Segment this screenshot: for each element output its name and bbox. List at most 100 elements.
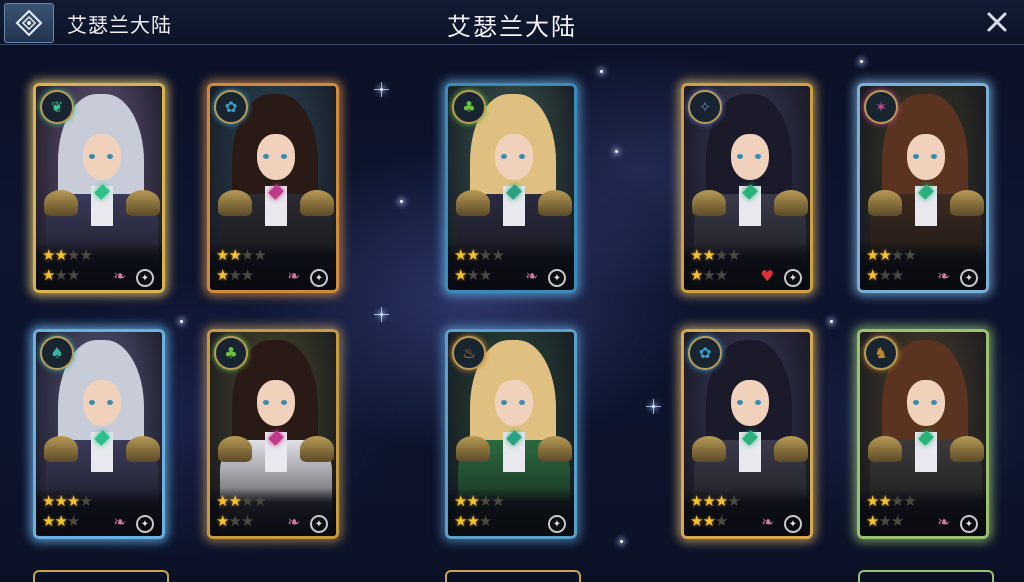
star-rating: ★★★★ xyxy=(42,246,93,264)
class-crest-icon: ✦ xyxy=(960,515,978,533)
hero-card[interactable]: ♣ ★★★★ ★★★ ❧ ✦ xyxy=(445,83,577,293)
star-empty-icon: ★ xyxy=(890,266,904,284)
star-empty-icon: ★ xyxy=(240,246,254,264)
star-filled-icon: ★ xyxy=(216,266,229,284)
hero-card[interactable]: ♣ ★★★★ ★★★ ❧ ✦ xyxy=(207,329,339,539)
card-partial xyxy=(33,570,169,582)
sparkle-icon xyxy=(830,320,833,323)
sparkle-icon xyxy=(374,307,389,322)
card-info-bar: ★★★★ ★★★ ❧ ✦ xyxy=(860,242,986,290)
star-rating: ★★★★ xyxy=(690,492,741,510)
star-empty-icon: ★ xyxy=(714,512,728,530)
class-crest-icon: ✦ xyxy=(548,269,566,287)
star-empty-icon: ★ xyxy=(240,266,254,284)
star-filled-icon: ★ xyxy=(454,246,467,264)
hero-card[interactable]: ♞ ★★★★ ★★★ ❧ ✦ xyxy=(857,329,989,539)
card-partial xyxy=(445,570,581,582)
star-filled-icon: ★ xyxy=(454,266,467,284)
star-filled-icon: ★ xyxy=(54,512,67,530)
star-empty-icon: ★ xyxy=(890,246,904,264)
class-crest-icon: ✦ xyxy=(960,269,978,287)
sparkle-icon xyxy=(374,82,389,97)
card-info-bar: ★★★★ ★★★ ❧ ✦ xyxy=(860,488,986,536)
class-crest-icon: ✦ xyxy=(310,515,328,533)
heart-icon: ♥ xyxy=(760,267,774,285)
star-rating: ★★★ xyxy=(454,512,492,530)
star-rating: ★★★★ xyxy=(42,492,93,510)
star-rating: ★★★★ xyxy=(690,246,741,264)
class-crest-icon: ✦ xyxy=(136,269,154,287)
star-rating: ★★★ xyxy=(454,266,492,284)
hero-card[interactable]: ❦ ★★★★ ★★★ ❧ ✦ xyxy=(33,83,165,293)
feather-icon: ❧ xyxy=(525,267,538,285)
hero-card[interactable]: ♠ ★★★★ ★★★ ❧ ✦ xyxy=(33,329,165,539)
star-empty-icon: ★ xyxy=(702,266,715,284)
star-empty-icon: ★ xyxy=(253,492,266,510)
card-info-bar: ★★★★ ★★★ ✦ xyxy=(448,488,574,536)
feather-icon: ❧ xyxy=(761,513,774,531)
sparkle-icon xyxy=(600,70,603,73)
star-filled-icon: ★ xyxy=(42,266,55,284)
star-empty-icon: ★ xyxy=(466,266,479,284)
star-filled-icon: ★ xyxy=(42,512,55,530)
star-empty-icon: ★ xyxy=(228,512,241,530)
star-filled-icon: ★ xyxy=(866,266,879,284)
star-rating: ★★★★ xyxy=(454,492,505,510)
card-info-bar: ★★★★ ★★★ ❧ ✦ xyxy=(36,242,162,290)
star-empty-icon: ★ xyxy=(878,512,891,530)
star-empty-icon: ★ xyxy=(253,246,266,264)
sparkle-icon xyxy=(180,320,183,323)
star-filled-icon: ★ xyxy=(690,492,703,510)
hero-card[interactable]: ✶ ★★★★ ★★★ ❧ ✦ xyxy=(857,83,989,293)
star-filled-icon: ★ xyxy=(690,512,703,530)
tree-emblem-icon: ♠ xyxy=(40,336,74,370)
close-button[interactable] xyxy=(982,7,1012,37)
star-filled-icon: ★ xyxy=(228,246,241,264)
star-rating: ★★★ xyxy=(866,512,904,530)
star-filled-icon: ★ xyxy=(702,492,715,510)
star-rating: ★★★★ xyxy=(216,246,267,264)
hero-card[interactable]: ✿ ★★★★ ★★★ ❧ ✦ xyxy=(681,329,813,539)
star-filled-icon: ★ xyxy=(714,492,728,510)
nature-sprout-icon: ♣ xyxy=(452,90,486,124)
star-filled-icon: ★ xyxy=(702,512,715,530)
class-crest-icon: ✦ xyxy=(310,269,328,287)
star-filled-icon: ★ xyxy=(54,246,67,264)
star-empty-icon: ★ xyxy=(491,492,504,510)
top-bar: 艾瑟兰大陆 艾瑟兰大陆 xyxy=(0,0,1024,45)
feather-icon: ❧ xyxy=(287,513,300,531)
sparkle-icon xyxy=(400,200,403,203)
leaf-emblem-icon: ❦ xyxy=(40,90,74,124)
hero-card[interactable]: ✧ ★★★★ ★★★ ♥ ✦ xyxy=(681,83,813,293)
star-rating: ★★★★ xyxy=(866,492,917,510)
nature-sprout-icon: ♣ xyxy=(214,336,248,370)
star-empty-icon: ★ xyxy=(714,246,728,264)
star-empty-icon: ★ xyxy=(478,512,492,530)
beast-emblem-icon: ♞ xyxy=(864,336,898,370)
hero-card[interactable]: ✿ ★★★★ ★★★ ❧ ✦ xyxy=(207,83,339,293)
card-info-bar: ★★★★ ★★★ ♥ ✦ xyxy=(684,242,810,290)
star-empty-icon: ★ xyxy=(478,246,492,264)
hero-card[interactable]: ♨ ★★★★ ★★★ ✦ xyxy=(445,329,577,539)
star-filled-icon: ★ xyxy=(42,246,55,264)
star-empty-icon: ★ xyxy=(727,492,740,510)
thorn-rune-icon: ✶ xyxy=(864,90,898,124)
feather-icon: ❧ xyxy=(113,513,126,531)
star-filled-icon: ★ xyxy=(216,492,229,510)
star-empty-icon: ★ xyxy=(478,492,492,510)
card-info-bar: ★★★★ ★★★ ❧ ✦ xyxy=(36,488,162,536)
card-info-bar: ★★★★ ★★★ ❧ ✦ xyxy=(210,242,336,290)
star-filled-icon: ★ xyxy=(690,266,703,284)
star-rating: ★★★ xyxy=(216,266,254,284)
sparkle-icon xyxy=(646,399,661,414)
feather-icon: ❧ xyxy=(113,267,126,285)
water-lotus-icon: ✿ xyxy=(688,336,722,370)
card-info-bar: ★★★★ ★★★ ❧ ✦ xyxy=(448,242,574,290)
card-info-bar: ★★★★ ★★★ ❧ ✦ xyxy=(210,488,336,536)
star-rating: ★★★ xyxy=(42,512,80,530)
star-filled-icon: ★ xyxy=(466,246,479,264)
star-empty-icon: ★ xyxy=(240,512,254,530)
star-empty-icon: ★ xyxy=(66,512,80,530)
star-rating: ★★★ xyxy=(42,266,80,284)
star-filled-icon: ★ xyxy=(866,492,879,510)
